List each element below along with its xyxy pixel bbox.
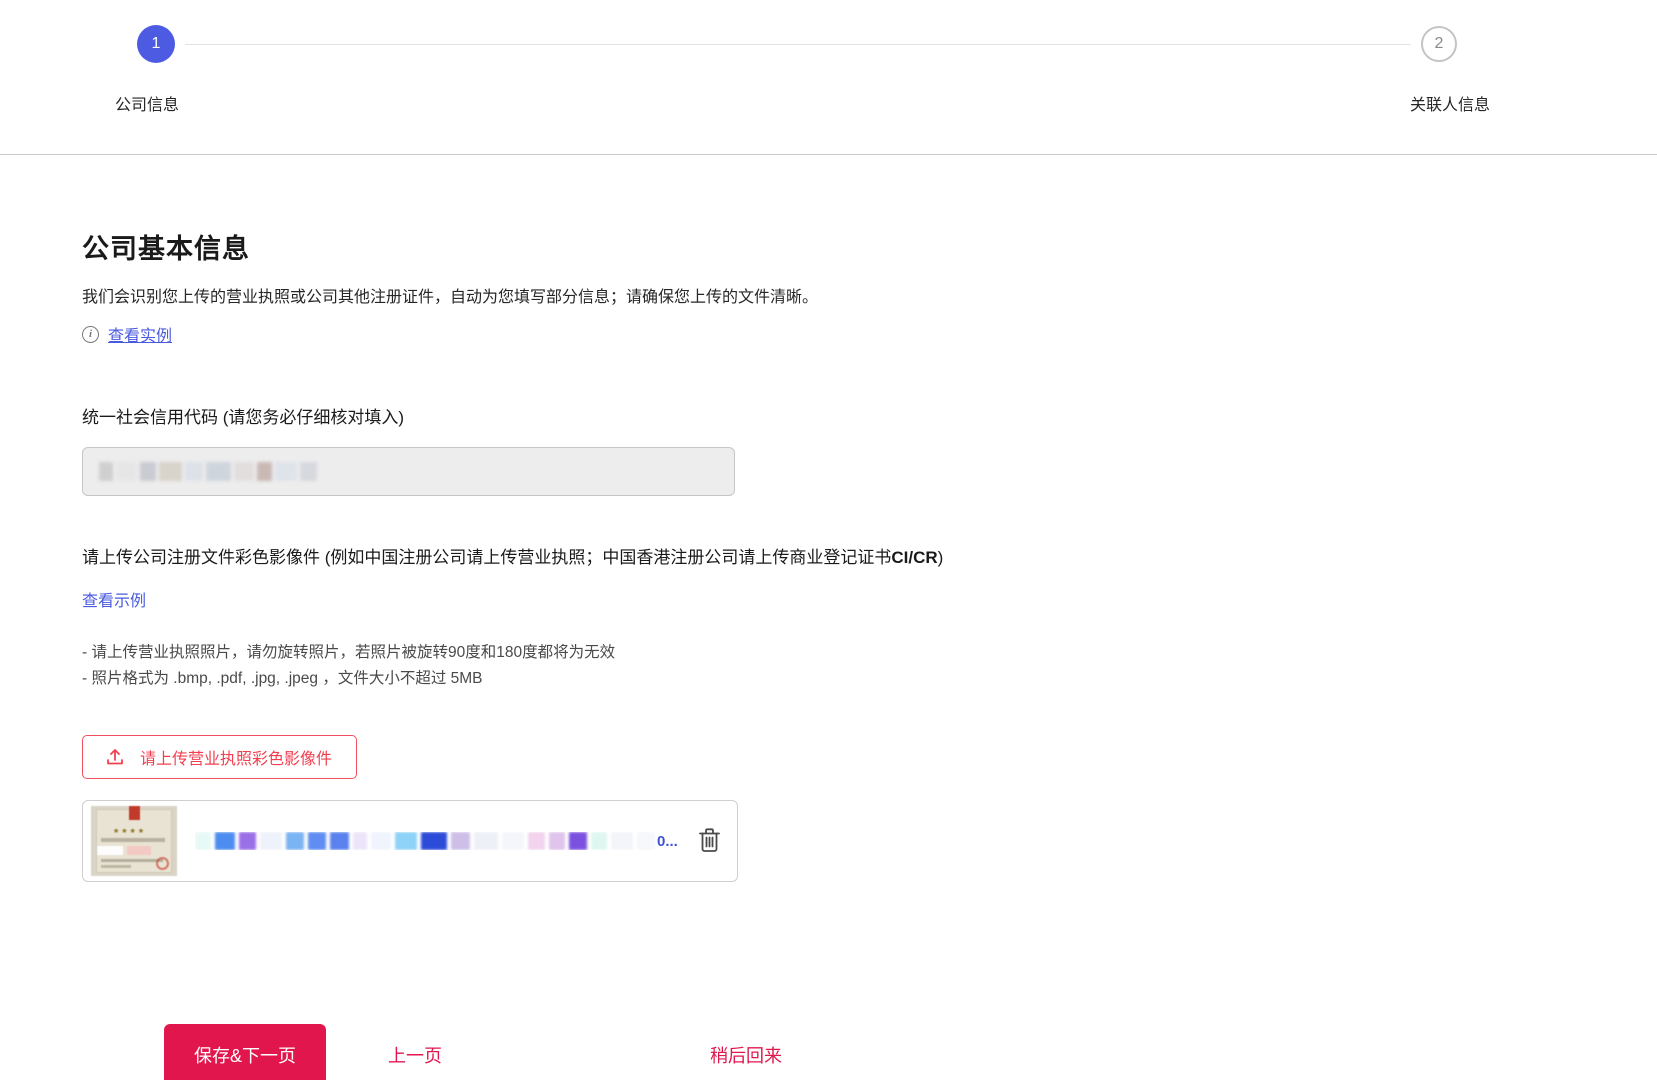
step-2-label: 关联人信息 [1410, 91, 1490, 115]
step-connector-line [185, 44, 1411, 45]
business-license-thumbnail[interactable]: ★★★★ [91, 806, 177, 876]
credit-code-input[interactable] [82, 447, 735, 496]
step-1-label: 公司信息 [115, 91, 179, 115]
hint-line-2: - 照片格式为 .bmp, .pdf, .jpg, .jpeg ，文件大小不超过… [82, 666, 1657, 692]
section-description: 我们会识别您上传的营业执照或公司其他注册证件，自动为您填写部分信息；请确保您上传… [82, 283, 1657, 307]
credit-code-redacted-value [99, 462, 317, 481]
page-title: 公司基本信息 [82, 227, 1657, 266]
upload-button-label: 请上传营业执照彩色影像件 [140, 745, 332, 769]
upload-license-button[interactable]: 请上传营业执照彩色影像件 [82, 735, 357, 779]
upload-section-label: 请上传公司注册文件彩色影像件 (例如中国注册公司请上传营业执照；中国香港注册公司… [82, 543, 1657, 568]
step-2-circle[interactable]: 2 [1421, 26, 1457, 62]
delete-file-button[interactable] [696, 825, 723, 858]
previous-page-button[interactable]: 上一页 [388, 1042, 442, 1068]
file-name-tail: 0... [657, 833, 678, 850]
upload-hints: - 请上传营业执照照片，请勿旋转照片，若照片被旋转90度和180度都将为无效 -… [82, 640, 1657, 692]
info-circle-icon: i [82, 326, 99, 343]
stepper: 1 2 公司信息 关联人信息 [0, 0, 1657, 155]
view-sample-link[interactable]: 查看示例 [82, 587, 146, 611]
uploaded-file-item[interactable]: ★★★★ 0... [82, 800, 738, 882]
company-basic-info-section: 公司基本信息 我们会识别您上传的营业执照或公司其他注册证件，自动为您填写部分信息… [0, 155, 1657, 1080]
file-name-redacted [195, 832, 655, 850]
form-footer: 保存&下一页 上一页 稍后回来 [164, 1024, 1657, 1080]
come-back-later-button[interactable]: 稍后回来 [710, 1042, 782, 1068]
view-example-link[interactable]: 查看实例 [108, 322, 172, 346]
credit-code-label: 统一社会信用代码 (请您务必仔细核对填入) [82, 403, 1657, 428]
hint-line-1: - 请上传营业执照照片，请勿旋转照片，若照片被旋转90度和180度都将为无效 [82, 640, 1657, 666]
upload-icon [105, 747, 125, 767]
step-1-circle[interactable]: 1 [137, 25, 175, 63]
save-next-button[interactable]: 保存&下一页 [164, 1024, 326, 1080]
trash-icon [698, 827, 721, 853]
